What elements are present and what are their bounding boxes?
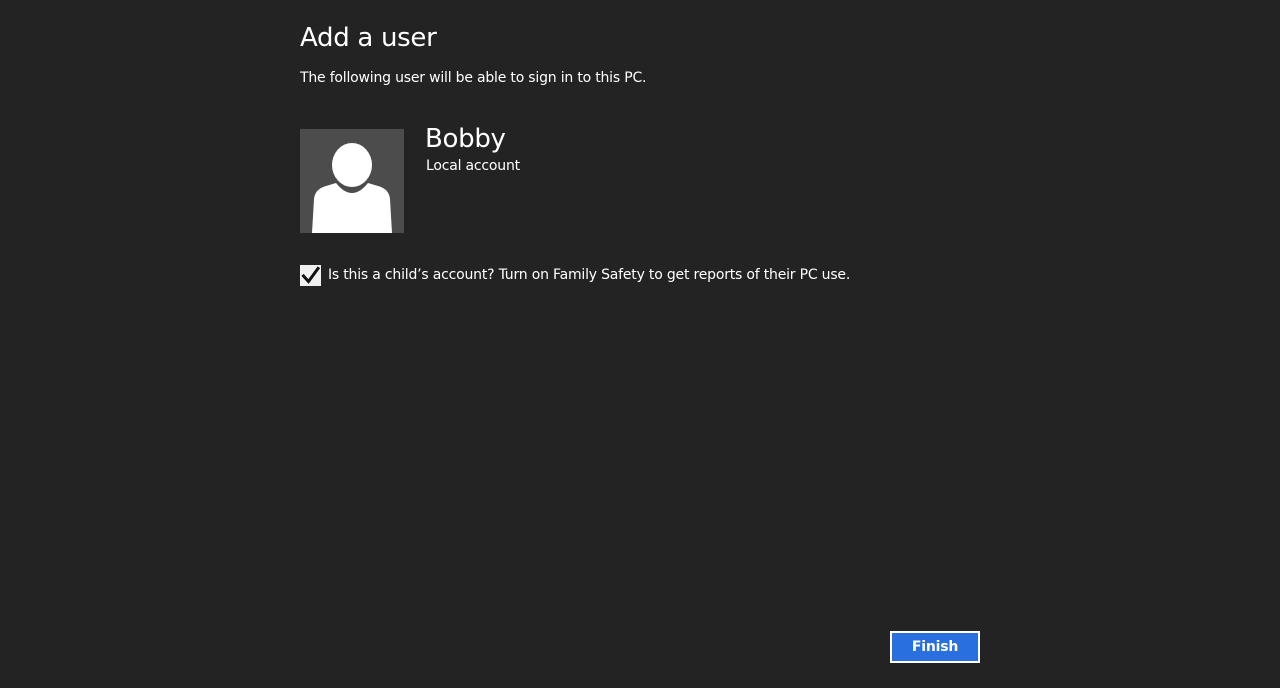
finish-button[interactable]: Finish [890, 631, 980, 663]
page-subtitle: The following user will be able to sign … [300, 70, 647, 86]
user-avatar [300, 129, 404, 233]
child-account-checkbox[interactable] [300, 265, 321, 286]
child-account-label[interactable]: Is this a child’s account? Turn on Famil… [328, 265, 850, 286]
account-type: Local account [426, 158, 520, 174]
checkmark-icon [301, 266, 321, 284]
page-title: Add a user [300, 23, 437, 53]
user-silhouette-icon [312, 143, 392, 233]
user-name: Bobby [425, 124, 506, 154]
